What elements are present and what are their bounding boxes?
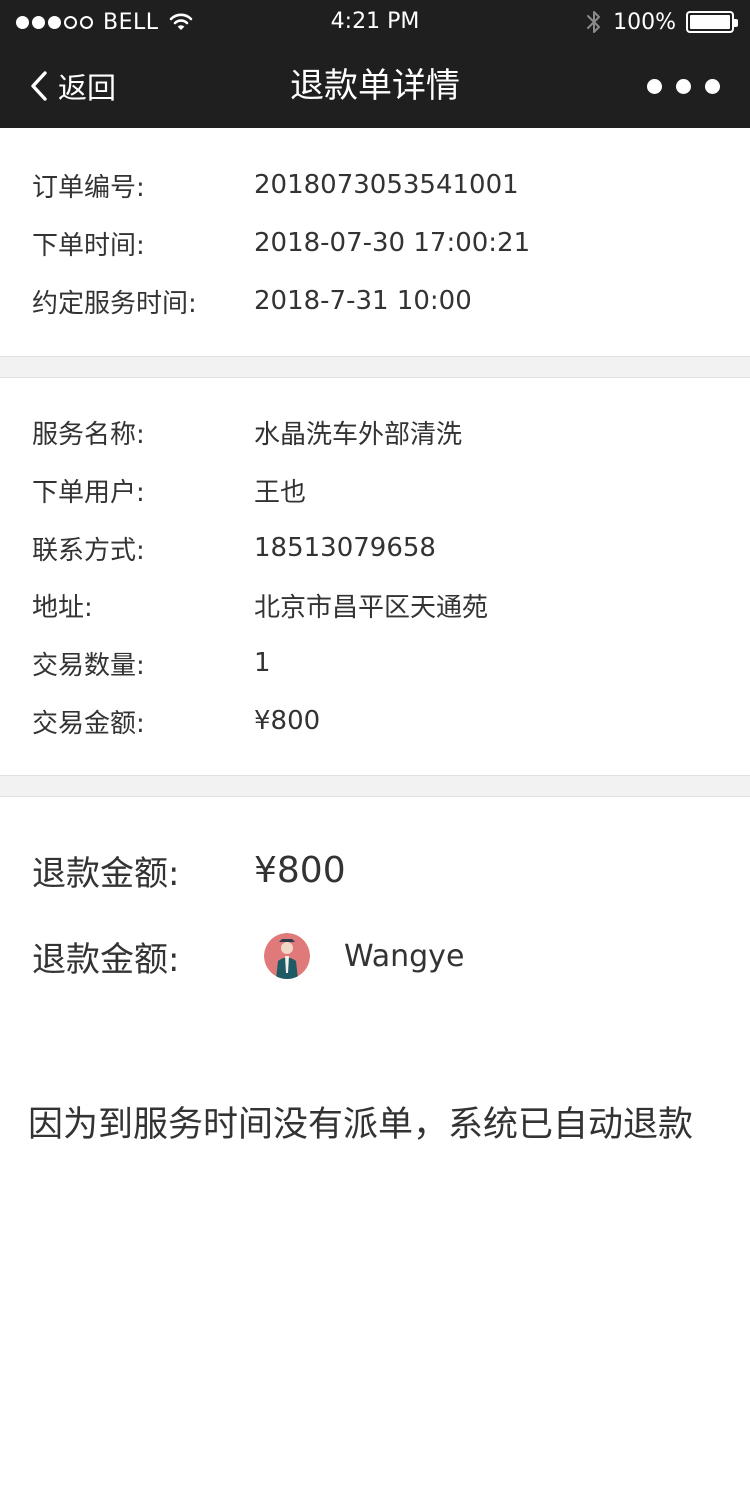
address-value: 北京市昌平区天通苑 xyxy=(254,592,489,623)
refund-person-row: 退款金额: Wangye xyxy=(32,932,464,980)
battery-percentage: 100% xyxy=(613,9,676,35)
nav-bar: 返回 退款单详情 xyxy=(0,44,750,128)
more-button[interactable] xyxy=(647,44,720,128)
order-info-section: 订单编号: 2018073053541001 下单时间: 2018-07-30 … xyxy=(0,128,750,356)
contact-label: 联系方式: xyxy=(32,535,145,566)
quantity-row: 交易数量: 1 xyxy=(32,643,271,683)
battery-icon xyxy=(686,11,738,33)
service-time-row: 约定服务时间: 2018-7-31 10:00 xyxy=(32,281,472,321)
service-name-label: 服务名称: xyxy=(32,419,145,450)
app-header: BELL 4:21 PM 100% 返回 退款单详情 xyxy=(0,0,750,128)
section-divider xyxy=(0,775,750,797)
service-details-section: 服务名称: 水晶洗车外部清洗 下单用户: 王也 联系方式: 1851307965… xyxy=(0,378,750,775)
more-dot-icon xyxy=(705,78,720,94)
service-time-label: 约定服务时间: xyxy=(32,288,197,319)
avatar xyxy=(264,933,310,979)
order-user-row: 下单用户: 王也 xyxy=(32,470,306,510)
amount-label: 交易金额: xyxy=(32,708,145,739)
contact-row: 联系方式: 18513079658 xyxy=(32,528,436,568)
battery-level xyxy=(690,15,730,29)
status-bar: BELL 4:21 PM 100% xyxy=(0,0,750,44)
auto-refund-notice: 因为到服务时间没有派单，系统已自动退款 xyxy=(28,1105,694,1145)
refund-amount-value: ¥800 xyxy=(254,849,346,891)
order-number-row: 订单编号: 2018073053541001 xyxy=(32,165,519,205)
refund-amount-row: 退款金额: ¥800 xyxy=(32,846,346,894)
refund-person-label: 退款金额: xyxy=(32,939,180,980)
more-dot-icon xyxy=(647,78,662,94)
order-user-value: 王也 xyxy=(254,477,307,508)
service-name-row: 服务名称: 水晶洗车外部清洗 xyxy=(32,412,462,452)
address-row: 地址: 北京市昌平区天通苑 xyxy=(32,585,488,625)
refund-person-name: Wangye xyxy=(344,938,465,974)
order-number-label: 订单编号: xyxy=(32,172,145,203)
order-number-value: 2018073053541001 xyxy=(254,170,519,200)
service-time-value: 2018-7-31 10:00 xyxy=(254,286,472,316)
amount-row: 交易金额: ¥800 xyxy=(32,701,320,741)
order-time-label: 下单时间: xyxy=(32,230,145,261)
refund-amount-label: 退款金额: xyxy=(32,853,180,894)
service-name-value: 水晶洗车外部清洗 xyxy=(254,419,463,450)
quantity-value: 1 xyxy=(254,648,271,678)
quantity-label: 交易数量: xyxy=(32,650,145,681)
order-time-row: 下单时间: 2018-07-30 17:00:21 xyxy=(32,223,530,263)
order-user-label: 下单用户: xyxy=(32,477,145,508)
contact-value: 18513079658 xyxy=(254,533,436,563)
bluetooth-icon xyxy=(587,11,601,33)
status-right: 100% xyxy=(585,8,738,36)
address-label: 地址: xyxy=(32,592,93,623)
section-divider xyxy=(0,356,750,378)
order-time-value: 2018-07-30 17:00:21 xyxy=(254,228,531,258)
amount-value: ¥800 xyxy=(254,706,321,736)
battery-tip xyxy=(734,19,738,27)
more-dot-icon xyxy=(676,78,691,94)
page-title: 退款单详情 xyxy=(290,66,460,106)
